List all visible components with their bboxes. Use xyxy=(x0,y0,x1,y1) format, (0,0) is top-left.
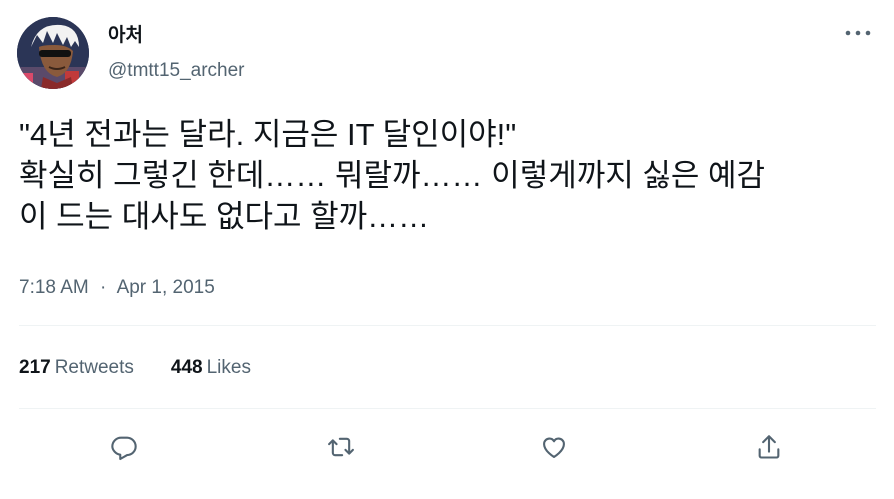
more-options-button[interactable] xyxy=(843,24,873,42)
share-icon xyxy=(758,435,780,459)
reply-button[interactable] xyxy=(107,430,141,464)
meta-separator: · xyxy=(100,277,107,298)
tweet-stats: 217 Retweets 448 Likes xyxy=(19,355,288,381)
reply-icon xyxy=(111,436,137,461)
tweet-card: 아처 @tmtt15_archer "4년 전과는 달라. 지금은 IT 달인이… xyxy=(0,0,894,499)
author-handle[interactable]: @tmtt15_archer xyxy=(108,60,245,82)
divider xyxy=(19,408,876,409)
tweet-time-link[interactable]: 7:18 AM xyxy=(19,277,89,298)
likes-count: 448 xyxy=(170,357,203,378)
more-icon xyxy=(845,30,871,36)
retweets-label: Retweets xyxy=(54,357,134,378)
retweets-stat[interactable]: 217 Retweets xyxy=(19,355,134,381)
retweets-count: 217 xyxy=(19,357,51,378)
tweet-text-line: 확실히 그렇긴 한데…… 뭐랄까…… 이렇게까지 싫은 예감 xyxy=(19,158,766,193)
like-icon xyxy=(543,437,565,458)
likes-stat[interactable]: 448 Likes xyxy=(171,355,251,381)
likes-label: Likes xyxy=(206,357,251,378)
retweet-button[interactable] xyxy=(324,430,358,464)
share-button[interactable] xyxy=(752,430,786,464)
like-button[interactable] xyxy=(537,430,571,464)
avatar[interactable] xyxy=(17,17,89,89)
retweet-icon xyxy=(328,437,354,457)
avatar-image xyxy=(17,17,89,89)
tweet-text: "4년 전과는 달라. 지금은 IT 달인이야!" 확실히 그렇긴 한데…… 뭐… xyxy=(19,114,879,237)
tweet-text-line: 이 드는 대사도 없다고 할까…… xyxy=(19,199,430,234)
tweet-timestamp: 7:18 AM · Apr 1, 2015 xyxy=(19,276,215,300)
tweet-text-line: "4년 전과는 달라. 지금은 IT 달인이야!" xyxy=(19,117,517,152)
divider xyxy=(19,325,876,326)
author-name[interactable]: 아처 xyxy=(108,25,143,47)
tweet-date-link[interactable]: Apr 1, 2015 xyxy=(117,277,215,298)
